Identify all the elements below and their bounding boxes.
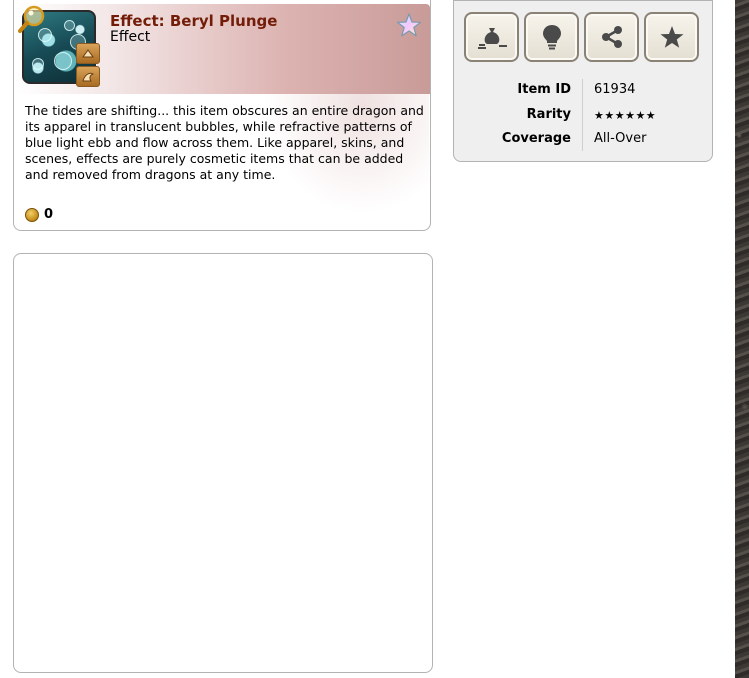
info-row-item-id: Item ID 61934: [454, 79, 712, 104]
item-type: Effect: [110, 29, 151, 45]
lightbulb-icon: [542, 25, 561, 50]
favorite-button[interactable]: [644, 12, 699, 62]
info-value: 61934: [594, 82, 636, 97]
hint-button[interactable]: [524, 12, 579, 62]
page-background-edge: [735, 0, 749, 678]
item-title: Effect: Beryl Plunge: [110, 12, 278, 30]
info-value: All-Over: [594, 131, 647, 146]
item-actions-panel: Item ID 61934 Rarity ★★★★★★ Coverage All…: [453, 0, 713, 162]
price-value: 0: [44, 207, 54, 222]
info-row-rarity: Rarity ★★★★★★: [454, 104, 712, 129]
item-description: The tides are shifting... this item obsc…: [25, 103, 424, 182]
apparel-badge-icon: [76, 43, 100, 64]
treasure-coin-icon: [25, 207, 39, 222]
info-label: Coverage: [501, 131, 571, 146]
favorite-star-icon[interactable]: [396, 12, 422, 38]
rarity-stars: ★★★★★★: [594, 108, 657, 122]
star-icon: [660, 26, 683, 48]
item-card: Effect: Beryl Plunge Effect The tides ar…: [13, 0, 431, 231]
magnifier-icon: [18, 5, 45, 33]
share-icon: [601, 26, 622, 48]
info-label: Rarity: [526, 106, 571, 122]
sell-button[interactable]: [464, 12, 519, 62]
action-buttons: [464, 12, 699, 62]
info-label: Item ID: [517, 82, 571, 97]
sell-bag-icon: [477, 28, 507, 49]
info-row-coverage: Coverage All-Over: [454, 128, 712, 153]
item-info-table: Item ID 61934 Rarity ★★★★★★ Coverage All…: [454, 79, 712, 153]
dragon-badge-icon: [76, 66, 100, 87]
share-button[interactable]: [584, 12, 639, 62]
item-category-badges: [76, 43, 100, 87]
item-price: 0: [25, 207, 53, 222]
preview-panel: [13, 253, 433, 673]
